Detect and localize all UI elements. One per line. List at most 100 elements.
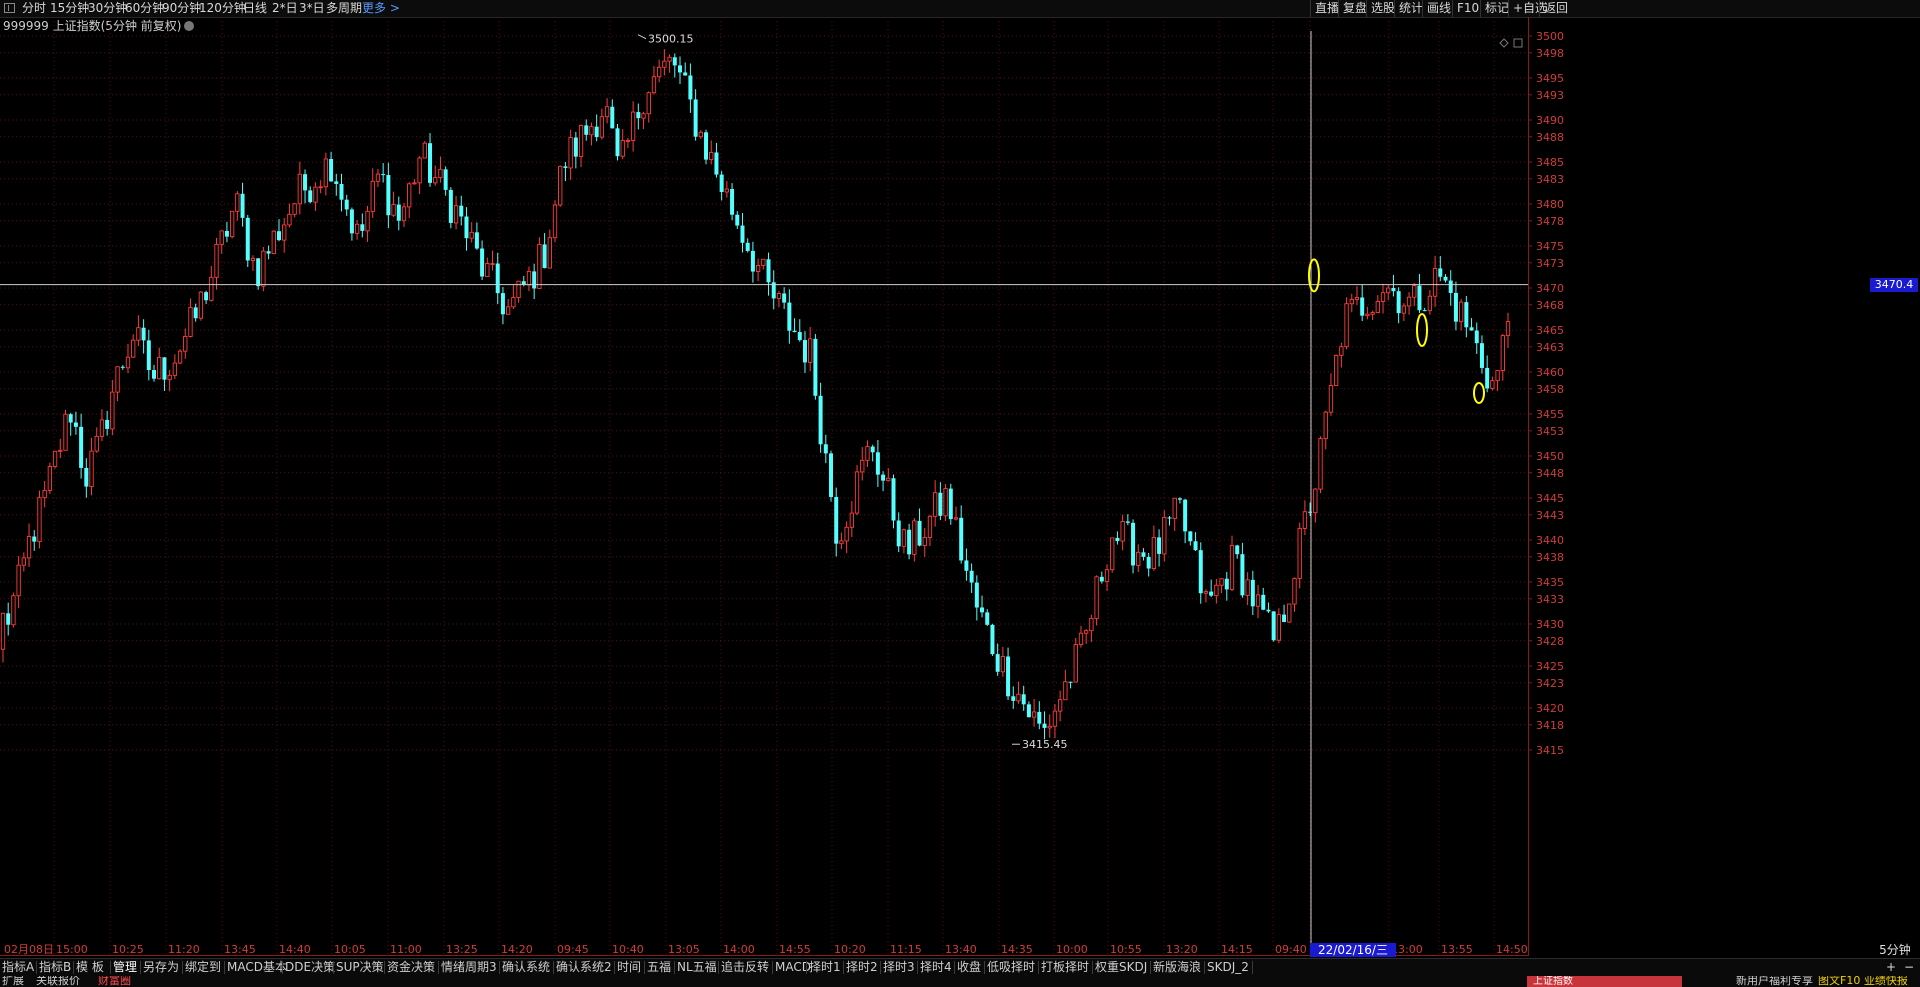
candle-body-down — [615, 128, 620, 157]
toolbar-live[interactable]: 直播 — [1310, 0, 1339, 17]
menu-icon[interactable] — [4, 3, 15, 13]
indicator-tab-23[interactable]: 低吸择时 — [987, 959, 1035, 976]
indicator-tab-3[interactable]: 管理 — [113, 959, 137, 976]
indicator-tab-4[interactable]: 另存为 — [143, 959, 179, 976]
x-tick-label: 09:40 — [1275, 943, 1307, 956]
period-tab-90min[interactable]: 90分钟 — [162, 0, 201, 17]
period-tab-60min[interactable]: 60分钟 — [125, 0, 164, 17]
diamond-icon[interactable] — [1499, 38, 1509, 48]
x-tick-label: 11:20 — [168, 943, 200, 956]
indicator-tab-separator — [73, 961, 74, 974]
toolbar-stock-picker[interactable]: 选股 — [1366, 0, 1395, 17]
indicator-tab-separator — [674, 961, 675, 974]
candle-body-up — [42, 489, 47, 499]
indicator-tab-13[interactable]: 时间 — [617, 959, 641, 976]
indicator-tab-separator — [36, 961, 37, 974]
candle-body-down — [563, 166, 568, 168]
indicator-tab-1[interactable]: 指标B — [39, 959, 71, 976]
candle-body-down — [480, 248, 485, 277]
indicator-tab-11[interactable]: 确认系统 — [502, 959, 550, 976]
indicator-tab-24[interactable]: 打板择时 — [1041, 959, 1089, 976]
candle-body-down — [162, 357, 167, 380]
period-tab-fenshi[interactable]: 分时 — [22, 0, 46, 17]
period-tab-daily[interactable]: 日线 — [243, 0, 267, 17]
candle-body-up — [1073, 644, 1078, 683]
indicator-tab-12[interactable]: 确认系统2 — [556, 959, 612, 976]
candle-body-down — [1235, 545, 1240, 555]
indicator-tab-7[interactable]: DDE决策 — [285, 959, 335, 976]
candle-body-up — [16, 564, 21, 597]
expand-button[interactable]: 扩展 — [2, 976, 24, 987]
candle-body-up — [219, 230, 224, 245]
toolbar-f10[interactable]: F10 — [1452, 0, 1479, 17]
candle-body-down — [1240, 554, 1245, 596]
indicator-tab-22[interactable]: 收盘 — [957, 959, 981, 976]
indicator-tab-21[interactable]: 择时4 — [920, 959, 952, 976]
indicator-tab-27[interactable]: SKDJ_2 — [1207, 959, 1249, 976]
toolbar-review[interactable]: 复盘 — [1338, 0, 1367, 17]
indicator-tab-8[interactable]: SUP决策 — [336, 959, 384, 976]
candle-body-up — [58, 449, 63, 452]
notice-banner[interactable]: 上证指数 — [1527, 976, 1682, 987]
candle-body-up — [407, 183, 412, 208]
more-periods-button[interactable]: 更多 > — [362, 0, 400, 17]
y-tick-label: 3443 — [1536, 509, 1564, 522]
x-tick-label: 02月08日 — [4, 943, 54, 956]
period-tab-multi[interactable]: 多周期 — [326, 0, 362, 17]
indicator-tab-9[interactable]: 资金决策 — [387, 959, 435, 976]
period-tab-30min[interactable]: 30分钟 — [88, 0, 127, 17]
add-indicator-icon[interactable]: + — [1882, 959, 1900, 976]
candle-body-up — [1084, 630, 1089, 634]
indicator-tab-5[interactable]: 绑定到 — [185, 959, 221, 976]
candle-body-down — [329, 158, 334, 182]
candle-body-up — [292, 203, 297, 215]
new-user-offer-link[interactable]: 新用户福利专享 — [1736, 976, 1813, 987]
related-quotes-button[interactable]: 关联报价 — [36, 976, 80, 987]
candle-body-up — [1292, 578, 1297, 605]
indicator-tab-0[interactable]: 指标A — [2, 959, 34, 976]
indicator-tab-6[interactable]: MACD基本 — [227, 959, 287, 976]
candle-body-down — [448, 189, 453, 223]
indicator-tab-15[interactable]: NL五福 — [677, 959, 717, 976]
candle-body-down — [1453, 292, 1458, 322]
maximize-icon[interactable] — [1513, 38, 1523, 48]
candle-body-down — [1188, 531, 1193, 542]
candle-body-up — [417, 157, 422, 184]
toolbar-draw-lines[interactable]: 画线 — [1422, 0, 1451, 17]
kline-chart[interactable]: 3500 3498 3495 3493 3490 3488 3485 3483 3480 3478… — [0, 17, 1920, 957]
indicator-tab-14[interactable]: 五福 — [647, 959, 671, 976]
indicator-tab-16[interactable]: 追击反转 — [721, 959, 769, 976]
candle-body-up — [933, 492, 938, 517]
candle-body-up — [422, 142, 427, 159]
y-tick-label: 3433 — [1536, 593, 1564, 606]
candle-body-up — [89, 450, 94, 488]
y-tick-label: 3465 — [1536, 324, 1564, 337]
toolbar-back[interactable]: 返回 — [1539, 0, 1568, 17]
candle-body-up — [287, 213, 292, 226]
period-tab-15min[interactable]: 15分钟 — [50, 0, 89, 17]
indicator-tab-19[interactable]: 择时2 — [846, 959, 878, 976]
indicator-tab-26[interactable]: 新版海浪 — [1153, 959, 1201, 976]
candle-body-up — [886, 477, 891, 482]
candle-body-down — [1193, 541, 1198, 551]
indicator-tab-2[interactable]: 模 板 — [76, 959, 104, 976]
toolbar-statistics[interactable]: 统计 — [1394, 0, 1423, 17]
remove-indicator-icon[interactable]: − — [1900, 959, 1918, 976]
x-tick-label: 11:00 — [390, 943, 422, 956]
y-tick-label: 3440 — [1536, 534, 1564, 547]
toolbar-mark[interactable]: 标记 — [1480, 0, 1509, 17]
indicator-tab-18[interactable]: 择时1 — [809, 959, 841, 976]
f10-earnings-link[interactable]: 图文F10 业绩快报 — [1818, 976, 1908, 987]
wealth-circle-button[interactable]: 财富圈 — [98, 976, 131, 987]
period-tab-3day[interactable]: 3*日 — [299, 0, 325, 17]
crosshair-price-tag: 3470.4 — [1870, 277, 1918, 292]
period-tab-120min[interactable]: 120分钟 — [199, 0, 246, 17]
indicator-tab-10[interactable]: 情绪周期3 — [441, 959, 497, 976]
period-tab-2day[interactable]: 2*日 — [272, 0, 298, 17]
candle-body-up — [1380, 292, 1386, 302]
indicator-tab-20[interactable]: 择时3 — [883, 959, 915, 976]
candle-body-down — [32, 536, 37, 542]
candle-body-up — [1386, 287, 1391, 294]
indicator-tab-25[interactable]: 权重SKDJ — [1095, 959, 1147, 976]
candle-body-down — [1011, 696, 1016, 701]
